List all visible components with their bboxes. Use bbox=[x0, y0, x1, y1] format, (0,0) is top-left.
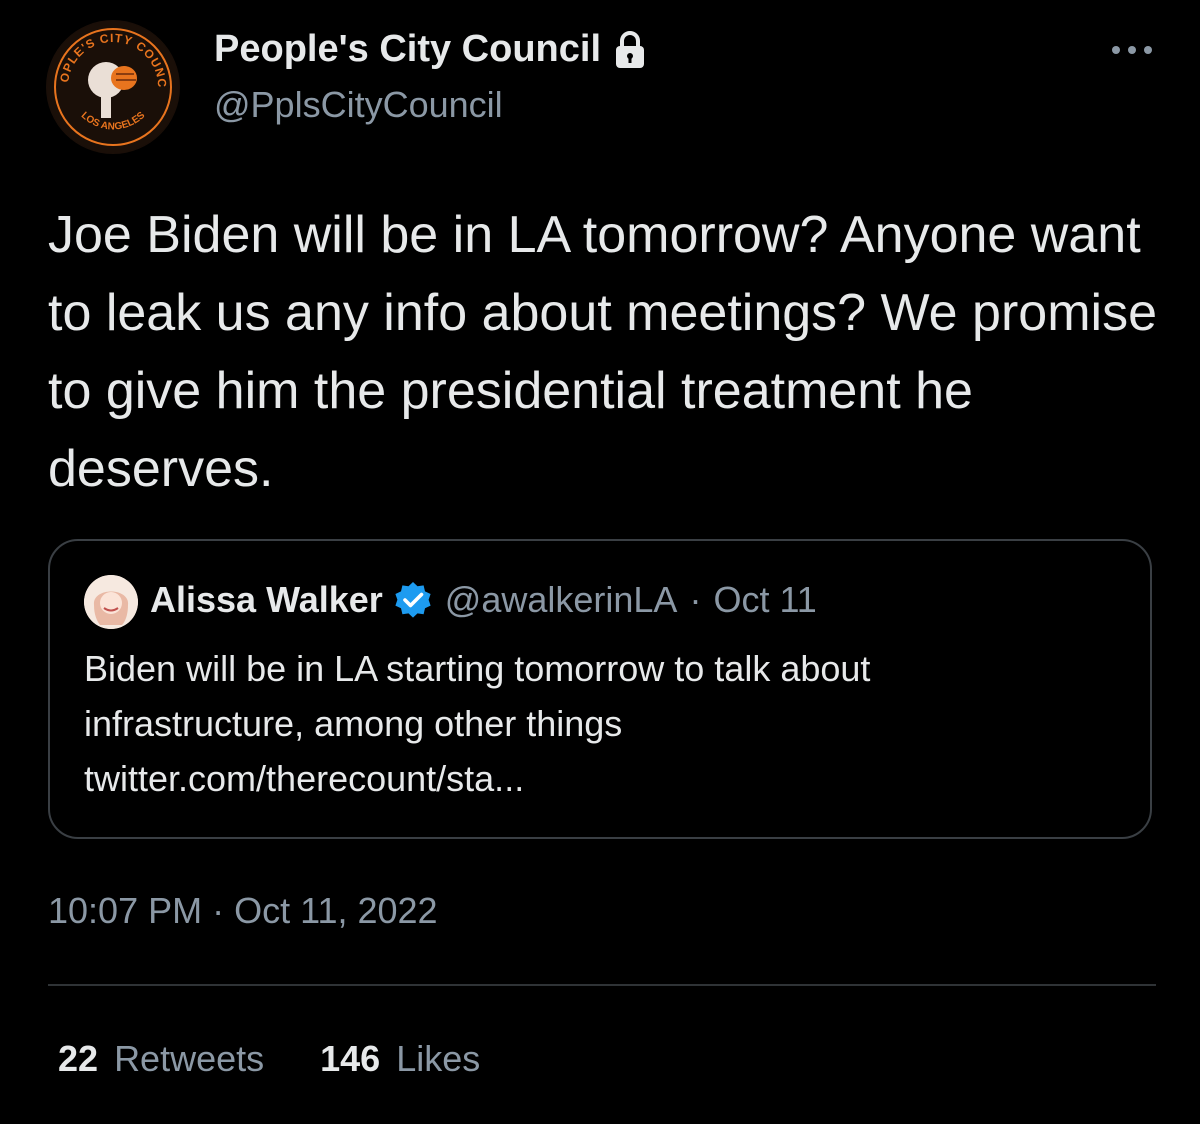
tweet-text: Joe Biden will be in LA tomorrow? Anyone… bbox=[48, 206, 1157, 498]
quoted-text-line: infrastructure, among other things bbox=[84, 703, 623, 744]
quoted-separator: · bbox=[689, 579, 702, 620]
verified-badge-icon bbox=[393, 580, 433, 620]
divider bbox=[48, 984, 1156, 986]
retweets-count: 22 bbox=[58, 1038, 99, 1079]
author-display-name[interactable]: People's City Council bbox=[214, 28, 601, 71]
author-name-row: People's City Council bbox=[214, 28, 647, 71]
author-handle[interactable]: @PplsCityCouncil bbox=[214, 84, 503, 126]
quoted-date[interactable]: Oct 11 bbox=[713, 579, 816, 621]
lock-icon bbox=[613, 30, 647, 70]
retweets-stat[interactable]: 22 Retweets bbox=[58, 1038, 264, 1080]
city-council-logo: PEOPLE'S CITY COUNCIL LOS ANGELES bbox=[46, 20, 179, 153]
quoted-author-avatar[interactable] bbox=[84, 575, 138, 629]
more-options-icon[interactable] bbox=[1110, 40, 1154, 60]
tweet-timestamp[interactable]: 10:07 PM · Oct 11, 2022 bbox=[48, 890, 438, 932]
likes-count: 146 bbox=[320, 1038, 381, 1079]
engagement-stats: 22 Retweets 146 Likes bbox=[58, 1038, 536, 1080]
retweets-label: Retweets bbox=[114, 1038, 265, 1079]
quoted-tweet-text: Biden will be in LA starting tomorrow to… bbox=[84, 641, 1124, 806]
likes-label: Likes bbox=[396, 1038, 481, 1079]
quoted-link[interactable]: twitter.com/therecount/sta... bbox=[84, 751, 1124, 806]
quoted-header: Alissa Walker @awalkerinLA · Oct 11 bbox=[150, 579, 817, 621]
quoted-display-name[interactable]: Alissa Walker bbox=[150, 579, 383, 621]
quoted-handle[interactable]: @awalkerinLA bbox=[445, 579, 678, 621]
author-avatar[interactable]: PEOPLE'S CITY COUNCIL LOS ANGELES bbox=[46, 20, 180, 154]
likes-stat[interactable]: 146 Likes bbox=[320, 1038, 480, 1080]
quoted-text-line: Biden will be in LA starting tomorrow to… bbox=[84, 648, 871, 689]
quoted-tweet-card[interactable]: Alissa Walker @awalkerinLA · Oct 11 Bide… bbox=[48, 539, 1152, 839]
